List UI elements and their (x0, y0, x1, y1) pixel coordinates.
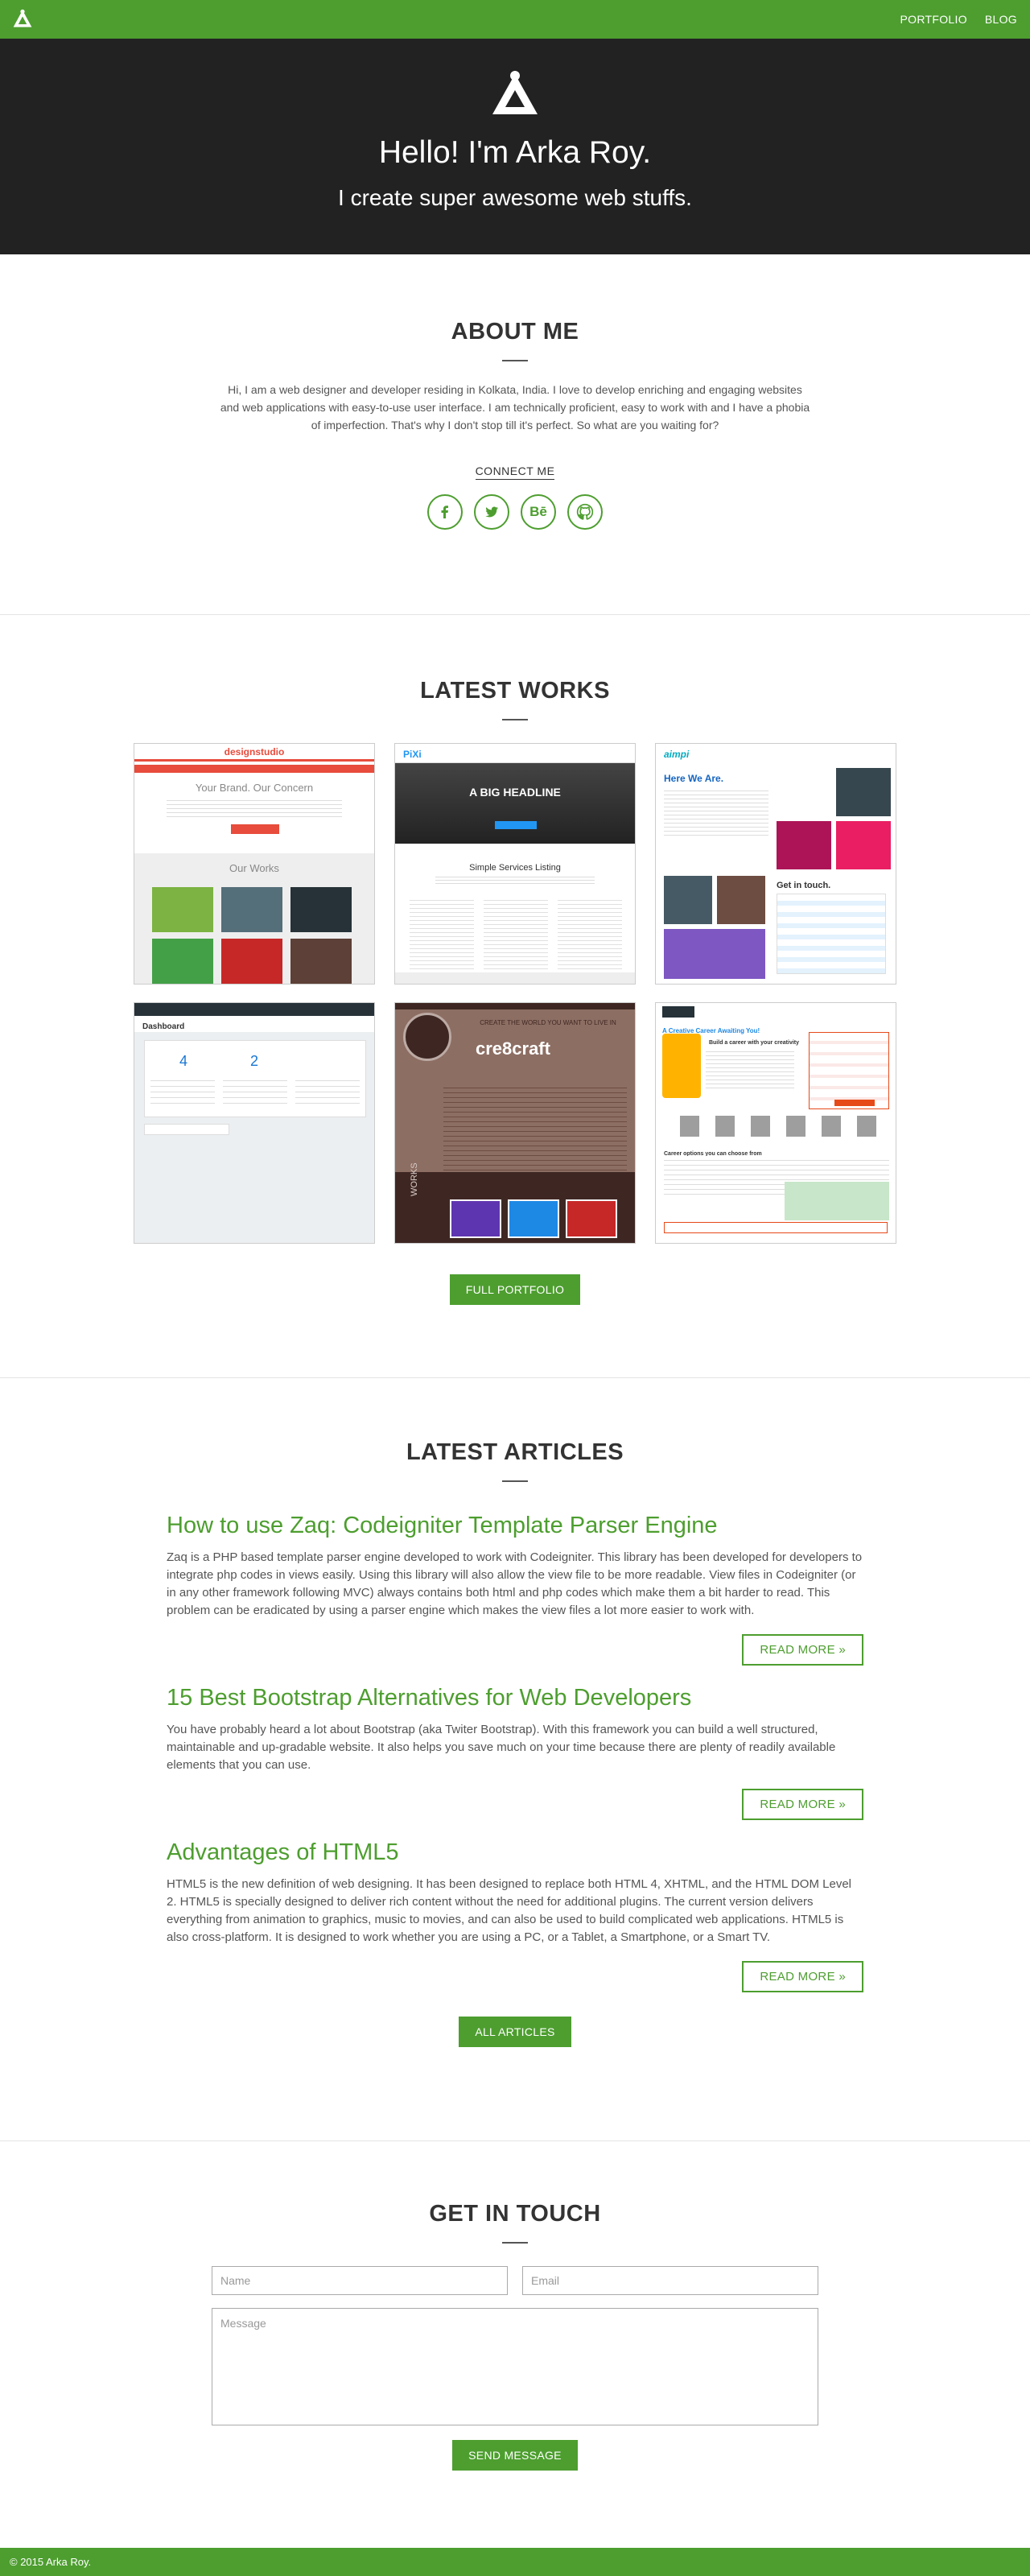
nav-link-blog[interactable]: BLOG (985, 13, 1017, 26)
work-card-dashboard[interactable]: Dashboard 4 2 (134, 1002, 375, 1244)
email-input[interactable]: Email (522, 2266, 818, 2295)
work-line2: Our Works (229, 862, 279, 874)
article-body: You have probably heard a lot about Boot… (167, 1723, 836, 1772)
github-icon[interactable] (567, 494, 603, 530)
work-line1: Your Brand. Our Concern (195, 782, 314, 794)
read-more-button[interactable]: READ MORE » (742, 1789, 863, 1820)
work-card-career[interactable]: A Creative Career Awaiting You! Build a … (655, 1002, 896, 1244)
article-title[interactable]: 15 Best Bootstrap Alternatives for Web D… (167, 1685, 863, 1711)
work-line1: Here We Are. (664, 773, 724, 784)
contact-title: GET IN TOUCH (429, 2201, 601, 2227)
work-card-pixi[interactable]: PiXi A BIG HEADLINE Simple Services List… (394, 743, 636, 985)
read-more-button[interactable]: READ MORE » (742, 1634, 863, 1666)
work-card-cre8craft[interactable]: CREATE THE WORLD YOU WANT TO LIVE IN cre… (394, 1002, 636, 1244)
navbar: PORTFOLIO BLOG (0, 0, 1030, 39)
contact-form: Name Email Message (212, 2266, 818, 2425)
work-line2: 2 (250, 1053, 259, 1069)
title-divider (502, 360, 528, 361)
read-more-label: READ MORE (760, 1798, 835, 1811)
connect-label: CONNECT ME (475, 464, 555, 480)
full-portfolio-button[interactable]: FULL PORTFOLIO (449, 1274, 581, 1305)
about-text: Hi, I am a web designer and developer re… (220, 383, 810, 431)
title-divider (502, 1480, 528, 1482)
hero-logo-icon (492, 71, 538, 114)
hero-subtitle: I create super awesome web stuffs. (338, 185, 692, 210)
work-card-designstudio[interactable]: designstudio Your Brand. Our Concern Our… (134, 743, 375, 985)
read-more-label: READ MORE (760, 1643, 835, 1657)
twitter-icon[interactable] (474, 494, 509, 530)
work-heading: cre8craft (476, 1038, 550, 1059)
work-line2: WORKS (410, 1162, 419, 1196)
article-item: 15 Best Bootstrap Alternatives for Web D… (167, 1685, 863, 1820)
about-section: ABOUT ME Hi, I am a web designer and dev… (0, 254, 1030, 615)
works-title: LATEST WORKS (420, 678, 610, 704)
double-chevron-right-icon: » (838, 1970, 846, 1984)
title-divider (502, 719, 528, 720)
footer-copyright: © 2015 Arka Roy. (10, 2556, 92, 2568)
behance-icon[interactable]: Bē (521, 494, 556, 530)
work-line1: A BIG HEADLINE (469, 786, 561, 799)
double-chevron-right-icon: » (838, 1643, 846, 1657)
facebook-icon[interactable] (427, 494, 463, 530)
article-body: Zaq is a PHP based template parser engin… (167, 1550, 863, 1617)
work-line1: CREATE THE WORLD YOU WANT TO LIVE IN (480, 1019, 616, 1026)
read-more-button[interactable]: READ MORE » (742, 1961, 863, 1992)
behance-glyph: Bē (529, 504, 547, 519)
work-line2: Get in touch. (777, 881, 831, 890)
work-line1: 4 (179, 1053, 188, 1069)
articles-title: LATEST ARTICLES (406, 1439, 624, 1465)
article-body: HTML5 is the new definition of web desig… (167, 1877, 851, 1944)
about-title: ABOUT ME (451, 319, 579, 345)
send-message-button[interactable]: SEND MESSAGE (452, 2440, 578, 2471)
work-line2: Simple Services Listing (469, 863, 561, 873)
contact-section: GET IN TOUCH Name Email Message SEND MES… (0, 2141, 1030, 2548)
read-more-wrap: READ MORE » (167, 1789, 863, 1820)
hero: Hello! I'm Arka Roy. I create super awes… (0, 39, 1030, 254)
work-heading: aimpi (664, 749, 690, 760)
article-item: Advantages of HTML5 HTML5 is the new def… (167, 1839, 863, 1992)
footer: © 2015 Arka Roy. (0, 2548, 1030, 2576)
nav-links: PORTFOLIO BLOG (900, 13, 1017, 26)
read-more-label: READ MORE (760, 1970, 835, 1984)
read-more-wrap: READ MORE » (167, 1634, 863, 1666)
articles-section: LATEST ARTICLES How to use Zaq: Codeigni… (0, 1378, 1030, 2141)
work-heading: Dashboard (142, 1022, 185, 1031)
all-articles-button[interactable]: ALL ARTICLES (459, 2017, 571, 2047)
double-chevron-right-icon: » (838, 1798, 846, 1811)
article-item: How to use Zaq: Codeigniter Template Par… (167, 1513, 863, 1666)
article-title[interactable]: Advantages of HTML5 (167, 1839, 863, 1866)
title-divider (502, 2242, 528, 2244)
works-section: LATEST WORKS designstudio Your Brand. Ou… (0, 615, 1030, 1378)
hero-title: Hello! I'm Arka Roy. (378, 135, 652, 170)
works-grid: designstudio Your Brand. Our Concern Our… (0, 743, 1030, 1244)
work-heading: designstudio (224, 745, 285, 758)
form-row: Name Email (212, 2266, 818, 2295)
logo-icon[interactable] (11, 8, 34, 31)
work-card-aimpi[interactable]: aimpi Here We Are. Get in touch. (655, 743, 896, 985)
article-title[interactable]: How to use Zaq: Codeigniter Template Par… (167, 1513, 863, 1539)
work-heading: PiXi (403, 749, 422, 760)
message-textarea[interactable]: Message (212, 2308, 818, 2425)
read-more-wrap: READ MORE » (167, 1961, 863, 1992)
name-input[interactable]: Name (212, 2266, 508, 2295)
nav-link-portfolio[interactable]: PORTFOLIO (900, 13, 967, 26)
social-links: Bē (0, 494, 1030, 530)
